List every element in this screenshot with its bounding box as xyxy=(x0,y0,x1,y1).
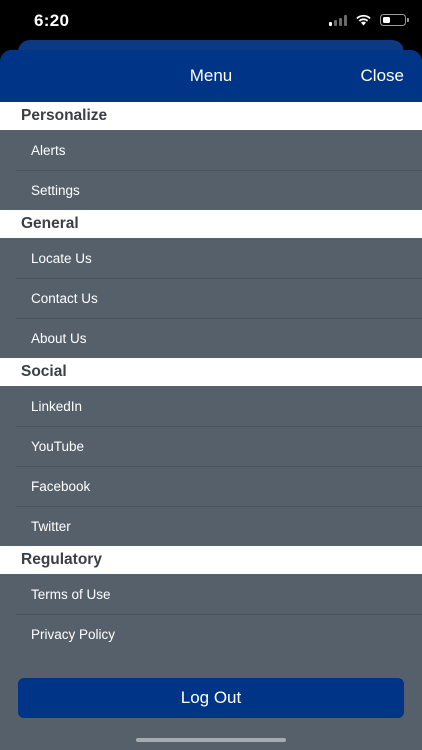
menu-item-alerts[interactable]: Alerts xyxy=(0,130,422,170)
menu-header: Menu Close xyxy=(0,50,422,102)
section-header-regulatory: Regulatory xyxy=(0,546,422,574)
menu-title: Menu xyxy=(189,66,233,85)
menu-item-terms-of-use[interactable]: Terms of Use xyxy=(0,574,422,614)
status-bar: 6:20 xyxy=(0,0,422,42)
close-button[interactable]: Close xyxy=(361,66,404,86)
section-header-social: Social xyxy=(0,358,422,386)
menu-item-contact-us[interactable]: Contact Us xyxy=(0,278,422,318)
status-icons xyxy=(329,14,409,26)
menu-item-facebook[interactable]: Facebook xyxy=(0,466,422,506)
section-header-personalize: Personalize xyxy=(0,102,422,130)
battery-icon xyxy=(380,14,409,26)
menu-item-twitter[interactable]: Twitter xyxy=(0,506,422,546)
menu-item-privacy-policy[interactable]: Privacy Policy xyxy=(0,614,422,654)
menu-item-about-us[interactable]: About Us xyxy=(0,318,422,358)
status-time: 6:20 xyxy=(34,11,70,30)
logout-button[interactable]: Log Out xyxy=(18,678,404,718)
battery-level xyxy=(382,16,390,23)
cellular-signal-icon xyxy=(329,14,347,26)
menu-item-linkedin[interactable]: LinkedIn xyxy=(0,386,422,426)
menu-item-settings[interactable]: Settings xyxy=(0,170,422,210)
menu-sheet: Menu Close Personalize Alerts Settings Gene… xyxy=(0,50,422,750)
home-indicator xyxy=(136,738,286,742)
wifi-icon xyxy=(356,14,371,26)
section-header-general: General xyxy=(0,210,422,238)
menu-item-youtube[interactable]: YouTube xyxy=(0,426,422,466)
menu-item-locate-us[interactable]: Locate Us xyxy=(0,238,422,278)
menu-list: Personalize Alerts Settings General Locate U… xyxy=(0,102,422,654)
